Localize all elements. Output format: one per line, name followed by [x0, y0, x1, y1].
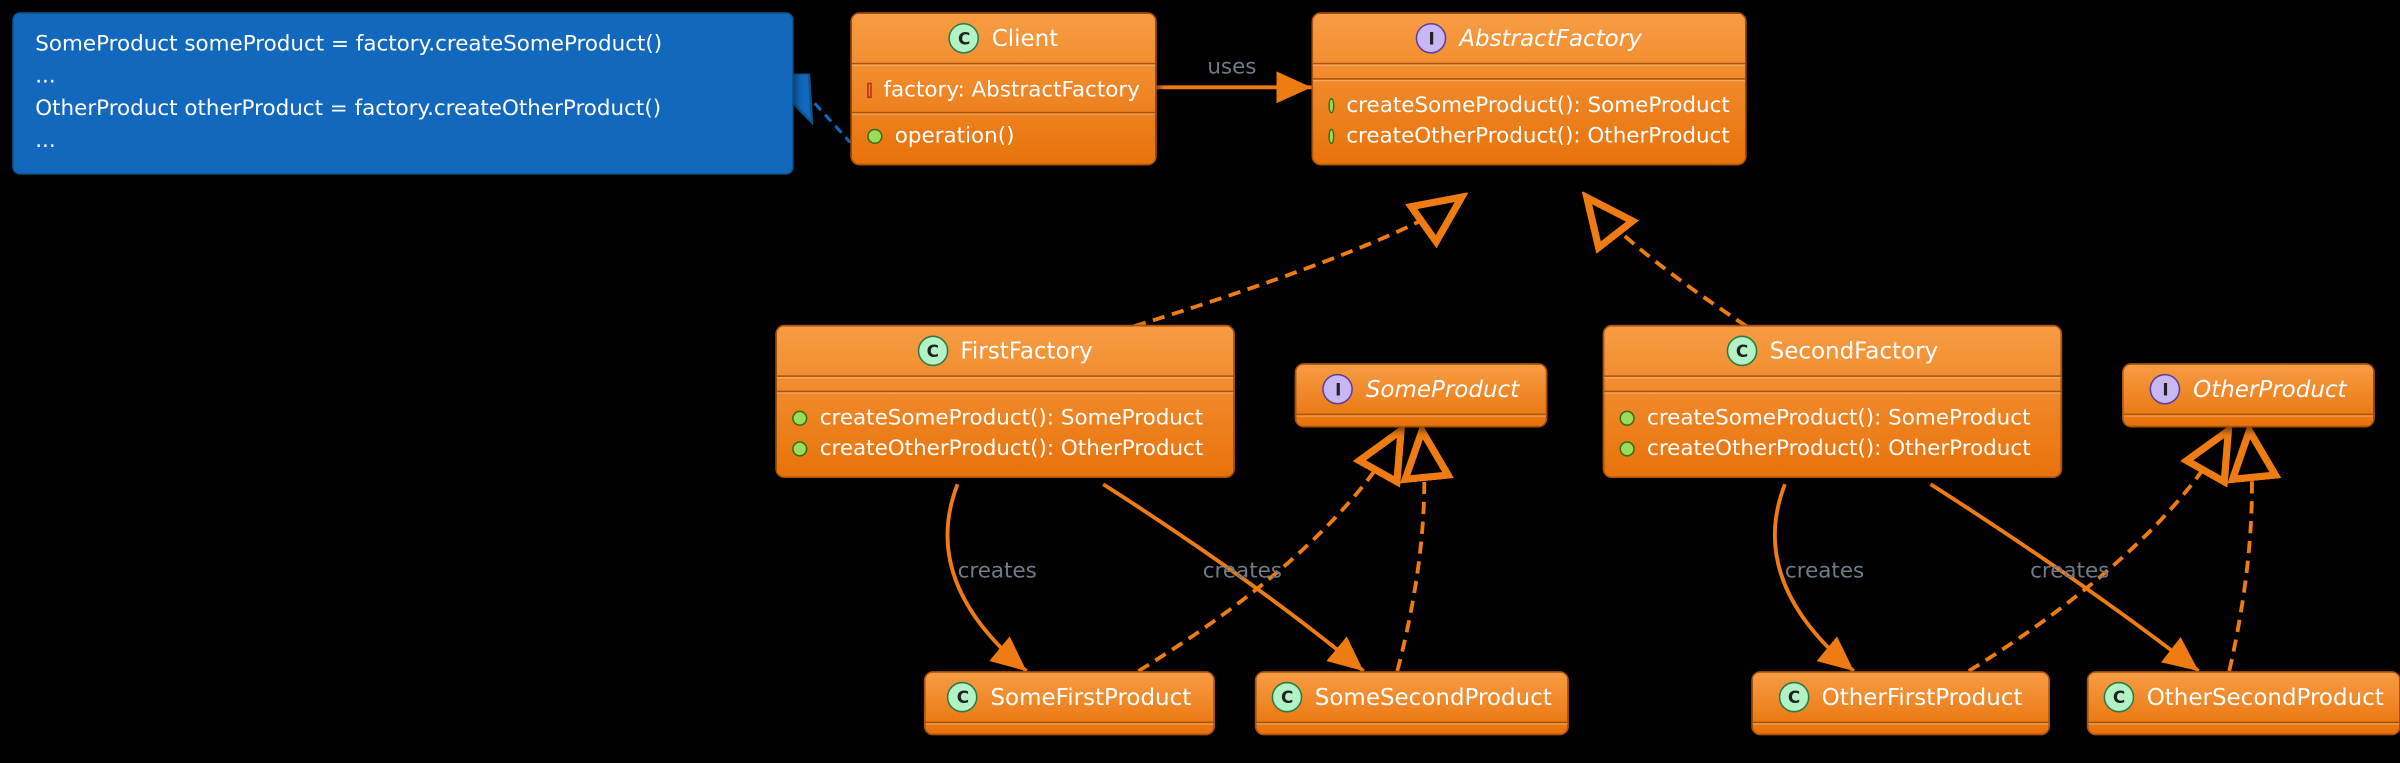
class-stereotype-icon: C — [2104, 682, 2135, 713]
class-method: operation() — [867, 121, 1140, 152]
visibility-public-icon — [1328, 98, 1334, 113]
class-name: OtherProduct — [2193, 375, 2346, 403]
edge-label-creates: creates — [1203, 559, 1282, 584]
note-line: SomeProduct someProduct = factory.create… — [35, 29, 770, 61]
note-line: ... — [35, 126, 770, 158]
class-method: createSomeProduct(): SomeProduct — [792, 403, 1218, 434]
separator — [1313, 63, 1745, 66]
visibility-private-icon — [867, 83, 871, 98]
class-title: C Client — [852, 14, 1155, 63]
edge-label-creates: creates — [1785, 559, 1864, 584]
class-stereotype-icon: C — [1779, 682, 1810, 713]
edge-somesecond-realizes-someproduct — [1397, 429, 1424, 671]
class-title: C SomeSecondProduct — [1256, 673, 1567, 722]
class-name: AbstractFactory — [1459, 25, 1642, 53]
class-stereotype-icon: C — [1727, 336, 1758, 367]
edge-label-creates: creates — [2030, 559, 2109, 584]
interface-stereotype-icon: I — [1416, 23, 1447, 54]
visibility-public-icon — [867, 129, 882, 144]
separator — [777, 375, 1234, 378]
separator — [852, 112, 1155, 115]
class-client: C Client factory: AbstractFactory operat… — [850, 12, 1156, 165]
class-abstract-factory: I AbstractFactory createSomeProduct(): S… — [1312, 12, 1747, 165]
note-line: OtherProduct otherProduct = factory.crea… — [35, 93, 770, 125]
edge-firstfactory-realizes-abstractfactory — [1134, 196, 1463, 326]
class-name: SomeFirstProduct — [990, 683, 1191, 711]
class-name: SomeProduct — [1366, 375, 1519, 403]
class-title: C FirstFactory — [777, 326, 1234, 375]
edge-othersecond-realizes-otherproduct — [2229, 429, 2252, 671]
class-stereotype-icon: C — [949, 23, 980, 54]
class-other-second-product: C OtherSecondProduct — [2087, 671, 2400, 735]
interface-stereotype-icon: I — [2150, 374, 2181, 405]
class-attribute: factory: AbstractFactory — [867, 75, 1140, 106]
visibility-public-icon — [1619, 441, 1634, 456]
visibility-public-icon — [792, 441, 807, 456]
edge-label-creates: creates — [958, 559, 1037, 584]
interface-stereotype-icon: I — [1323, 374, 1354, 405]
class-members: createSomeProduct(): SomeProduct createO… — [777, 394, 1234, 477]
note-callout: SomeProduct someProduct = factory.create… — [12, 12, 793, 174]
class-stereotype-icon: C — [917, 336, 948, 367]
edge-secondfactory-realizes-abstractfactory — [1586, 196, 1747, 326]
class-stereotype-icon: C — [948, 682, 979, 713]
visibility-public-icon — [1328, 129, 1334, 144]
edge-label-uses: uses — [1207, 55, 1256, 80]
class-name: FirstFactory — [960, 337, 1092, 365]
class-other-product: I OtherProduct — [2122, 363, 2375, 427]
class-method: createOtherProduct(): OtherProduct — [792, 434, 1218, 465]
visibility-public-icon — [1619, 411, 1634, 426]
class-stereotype-icon: C — [1272, 682, 1303, 713]
class-some-product: I SomeProduct — [1295, 363, 1548, 427]
class-title: C SomeFirstProduct — [925, 673, 1213, 722]
class-name: OtherFirstProduct — [1822, 683, 2023, 711]
class-name: Client — [992, 25, 1059, 53]
class-some-second-product: C SomeSecondProduct — [1255, 671, 1569, 735]
class-name: OtherSecondProduct — [2147, 683, 2384, 711]
class-second-factory: C SecondFactory createSomeProduct(): Som… — [1603, 325, 2063, 478]
separator — [1604, 375, 2061, 378]
class-method: createOtherProduct(): OtherProduct — [1619, 434, 2045, 465]
class-method: createSomeProduct(): SomeProduct — [1328, 90, 1729, 121]
class-title: I AbstractFactory — [1313, 14, 1745, 63]
class-name: SecondFactory — [1770, 337, 1939, 365]
class-title: C OtherSecondProduct — [2088, 673, 2399, 722]
class-title: C SecondFactory — [1604, 326, 2061, 375]
class-other-first-product: C OtherFirstProduct — [1751, 671, 2050, 735]
class-title: C OtherFirstProduct — [1753, 673, 2049, 722]
class-first-factory: C FirstFactory createSomeProduct(): Some… — [775, 325, 1235, 478]
class-members: factory: AbstractFactory operation() — [852, 66, 1155, 164]
class-title: I SomeProduct — [1296, 365, 1546, 414]
class-title: I OtherProduct — [2124, 365, 2374, 414]
class-name: SomeSecondProduct — [1315, 683, 1552, 711]
class-members: createSomeProduct(): SomeProduct createO… — [1604, 394, 2061, 477]
class-method: createSomeProduct(): SomeProduct — [1619, 403, 2045, 434]
visibility-public-icon — [792, 411, 807, 426]
note-link — [804, 92, 850, 143]
class-some-first-product: C SomeFirstProduct — [924, 671, 1215, 735]
class-method: createOtherProduct(): OtherProduct — [1328, 121, 1729, 152]
class-members: createSomeProduct(): SomeProduct createO… — [1313, 81, 1745, 164]
note-line: ... — [35, 61, 770, 93]
